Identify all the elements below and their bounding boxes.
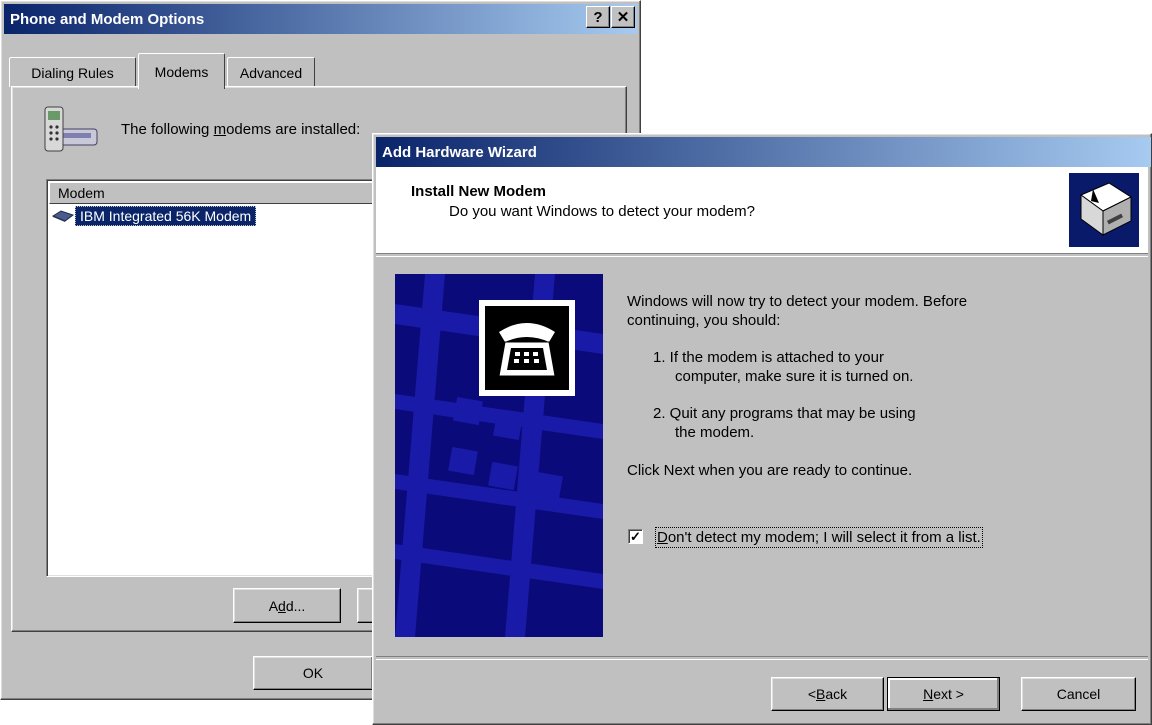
back-button[interactable]: < Back — [771, 677, 884, 711]
tab-label: Advanced — [239, 64, 303, 81]
tab-label: Dialing Rules — [31, 64, 114, 81]
dont-detect-checkbox[interactable]: ✓ — [628, 529, 643, 544]
tab-dialing-rules[interactable]: Dialing Rules — [9, 57, 136, 87]
wizard-banner-image — [395, 274, 603, 637]
modem-device-icon — [51, 210, 75, 222]
next-button[interactable]: Next > — [887, 677, 1000, 711]
column-header-label: Modem — [58, 185, 105, 201]
step-1-text: 1. If the modem is attached to your comp… — [653, 349, 914, 385]
close-button[interactable]: ✕ — [611, 6, 635, 28]
step-2-text: 2. Quit any programs that may be using t… — [653, 405, 916, 441]
tab-modems[interactable]: Modems — [138, 53, 225, 89]
cancel-label: Cancel — [1056, 686, 1101, 702]
wizard-title-bar[interactable]: Add Hardware Wizard — [376, 137, 1151, 167]
checkmark-icon: ✓ — [630, 528, 641, 544]
window-title: Phone and Modem Options — [10, 10, 205, 28]
wizard-title: Add Hardware Wizard — [382, 143, 537, 161]
wizard-heading: Install New Modem — [411, 183, 547, 200]
tab-label: Modems — [154, 63, 209, 80]
dont-detect-label[interactable]: Don't detect my modem; I will select it … — [655, 527, 983, 548]
add-button[interactable]: Ad d... — [233, 588, 341, 623]
intro-text: Windows will now try to detect your mode… — [627, 293, 968, 329]
add-hardware-wizard-window: Add Hardware Wizard Install New Modem Do… — [372, 133, 1152, 725]
tab-advanced[interactable]: Advanced — [227, 57, 315, 87]
click-next-text: Click Next when you are ready to continu… — [627, 462, 913, 479]
ok-button[interactable]: OK — [253, 656, 373, 690]
help-icon: ? — [593, 8, 603, 26]
wizard-subheading: Do you want Windows to detect your modem… — [449, 203, 755, 220]
installed-modems-label: The following modems are installed: — [121, 121, 361, 138]
wizard-header: Install New Modem Do you want Windows to… — [376, 167, 1148, 253]
header-separator — [376, 253, 1148, 257]
cancel-button[interactable]: Cancel — [1021, 677, 1136, 711]
list-item[interactable]: IBM Integrated 56K Modem — [51, 206, 257, 226]
modem-name: IBM Integrated 56K Modem — [75, 206, 257, 226]
telephone-icon — [498, 323, 556, 377]
footer-separator — [376, 656, 1148, 660]
title-bar[interactable]: Phone and Modem Options — [4, 4, 637, 34]
close-icon: ✕ — [616, 9, 630, 26]
phone-modem-icon — [44, 106, 98, 152]
help-button[interactable]: ? — [586, 6, 610, 28]
ok-label: OK — [302, 665, 324, 681]
wizard-hardware-icon — [1069, 173, 1139, 247]
